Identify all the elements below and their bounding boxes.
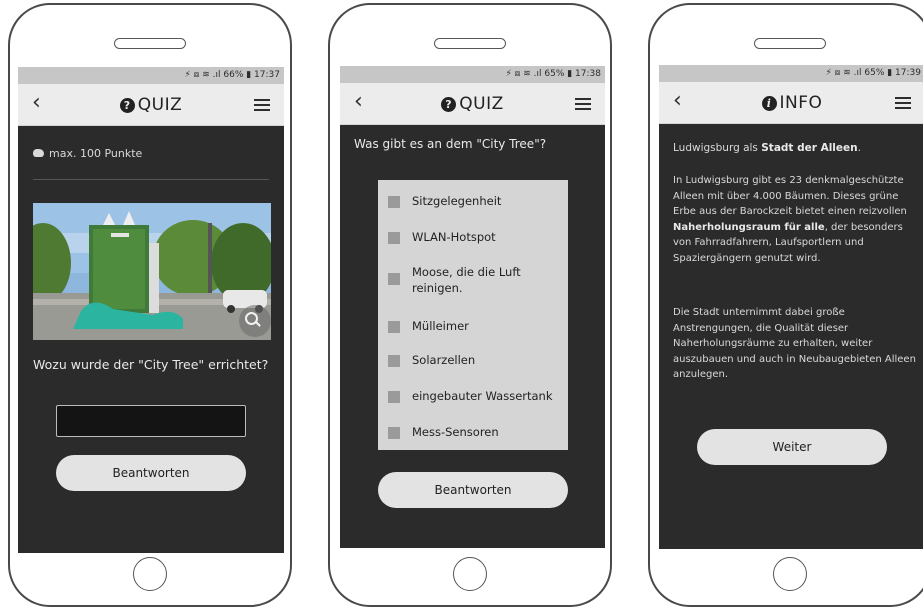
next-button[interactable]: Weiter bbox=[697, 429, 887, 465]
points-label: max. 100 Punkte bbox=[49, 147, 143, 160]
info-paragraph: In Ludwigsburg gibt es 23 denkmalgeschüt… bbox=[673, 173, 917, 266]
checkbox[interactable] bbox=[388, 196, 400, 208]
info-paragraph: Ludwigsburg als Stadt der Alleen. bbox=[673, 141, 917, 156]
hamburger-menu-icon[interactable] bbox=[895, 97, 911, 109]
city-tree-photo[interactable] bbox=[33, 203, 271, 340]
phone-frame-quiz-choice: ⚡ ⧈ ≋ .ıl 65% ▮ 17:38 ‹ ? QUIZ Was gibt e… bbox=[328, 3, 612, 607]
option-item[interactable]: eingebauter Wassertank bbox=[378, 384, 568, 412]
screen: ⚡ ⧈ ≋ .ıl 65% ▮ 17:38 ‹ ? QUIZ Was gibt e… bbox=[340, 66, 605, 548]
option-item[interactable]: Mülleimer bbox=[378, 314, 568, 342]
option-label: Moose, die die Luft reinigen. bbox=[412, 265, 521, 295]
page-title: ? QUIZ bbox=[18, 95, 284, 115]
submit-button[interactable]: Beantworten bbox=[378, 472, 568, 508]
speaker-grille bbox=[434, 38, 506, 49]
checkbox[interactable] bbox=[388, 321, 400, 333]
checkbox[interactable] bbox=[388, 355, 400, 367]
question-text: Was gibt es an dem "City Tree"? bbox=[354, 137, 547, 151]
bold-text: Stadt der Alleen bbox=[761, 142, 858, 154]
info-circle-icon: i bbox=[761, 96, 777, 111]
phone-frame-info: ⚡ ⧈ ≋ .ıl 65% ▮ 17:39 ‹ i INFO Ludwigsbur… bbox=[648, 3, 923, 607]
text-span: In Ludwigsburg gibt es 23 denkmalgeschüt… bbox=[673, 175, 907, 217]
speaker-grille bbox=[114, 38, 186, 49]
city-tree-illustration bbox=[33, 203, 271, 340]
option-label: Solarzellen bbox=[412, 353, 476, 367]
divider bbox=[33, 179, 269, 180]
submit-button[interactable]: Beantworten bbox=[56, 455, 246, 491]
info-paragraph: Die Stadt unternimmt dabei große Anstren… bbox=[673, 307, 916, 380]
home-button[interactable] bbox=[453, 557, 487, 591]
option-item[interactable]: Solarzellen bbox=[378, 348, 568, 376]
status-bar: ⚡ ⧈ ≋ .ıl 66% ▮ 17:37 bbox=[18, 67, 284, 84]
option-label: Mülleimer bbox=[412, 319, 469, 333]
option-item[interactable]: WLAN-Hotspot bbox=[378, 225, 568, 253]
phone-frame-quiz-text: ⚡ ⧈ ≋ .ıl 66% ▮ 17:37 ‹ ? QUIZ max. 100 P… bbox=[8, 3, 292, 607]
status-bar: ⚡ ⧈ ≋ .ıl 65% ▮ 17:38 bbox=[340, 66, 605, 83]
checkbox[interactable] bbox=[388, 273, 400, 285]
hamburger-menu-icon[interactable] bbox=[254, 99, 270, 111]
screen: ⚡ ⧈ ≋ .ıl 66% ▮ 17:37 ‹ ? QUIZ max. 100 P… bbox=[18, 67, 284, 553]
text-span: . bbox=[857, 142, 861, 154]
option-item[interactable]: Moose, die die Luft reinigen. bbox=[378, 260, 568, 304]
checkbox[interactable] bbox=[388, 391, 400, 403]
option-item[interactable]: Mess-Sensoren bbox=[378, 420, 568, 448]
nav-bar: ‹ ? QUIZ bbox=[18, 84, 284, 126]
points-row: max. 100 Punkte bbox=[33, 147, 142, 160]
status-bar: ⚡ ⧈ ≋ .ıl 65% ▮ 17:39 bbox=[659, 65, 923, 82]
speaker-grille bbox=[754, 38, 826, 49]
checkbox[interactable] bbox=[388, 232, 400, 244]
text-span: Ludwigsburg als bbox=[673, 142, 762, 154]
question-circle-icon: ? bbox=[119, 98, 135, 113]
question-circle-icon: ? bbox=[441, 97, 457, 112]
page-title-label: QUIZ bbox=[459, 94, 504, 114]
page-title: ? QUIZ bbox=[340, 94, 605, 114]
options-panel: Sitzgelegenheit WLAN-Hotspot Moose, die … bbox=[378, 180, 568, 450]
hamburger-menu-icon[interactable] bbox=[575, 98, 591, 110]
page-title-label: QUIZ bbox=[137, 95, 183, 115]
nav-bar: ‹ i INFO bbox=[659, 82, 923, 124]
checkbox[interactable] bbox=[388, 427, 400, 439]
question-text: Wozu wurde der "City Tree" errichtet? bbox=[33, 357, 269, 372]
piggy-bank-icon bbox=[33, 149, 44, 157]
page-title-label: INFO bbox=[779, 93, 823, 113]
option-label: Sitzgelegenheit bbox=[412, 194, 502, 208]
answer-input[interactable] bbox=[56, 405, 246, 437]
nav-bar: ‹ ? QUIZ bbox=[340, 83, 605, 125]
page-title: i INFO bbox=[659, 93, 923, 113]
option-label: Mess-Sensoren bbox=[412, 425, 499, 439]
option-label: eingebauter Wassertank bbox=[412, 389, 553, 403]
option-item[interactable]: Sitzgelegenheit bbox=[378, 189, 568, 217]
home-button[interactable] bbox=[773, 557, 807, 591]
home-button[interactable] bbox=[133, 557, 167, 591]
screen: ⚡ ⧈ ≋ .ıl 65% ▮ 17:39 ‹ i INFO Ludwigsbur… bbox=[659, 65, 923, 549]
bold-text: Naherholungsraum für alle bbox=[673, 221, 825, 233]
option-label: WLAN-Hotspot bbox=[412, 230, 496, 244]
